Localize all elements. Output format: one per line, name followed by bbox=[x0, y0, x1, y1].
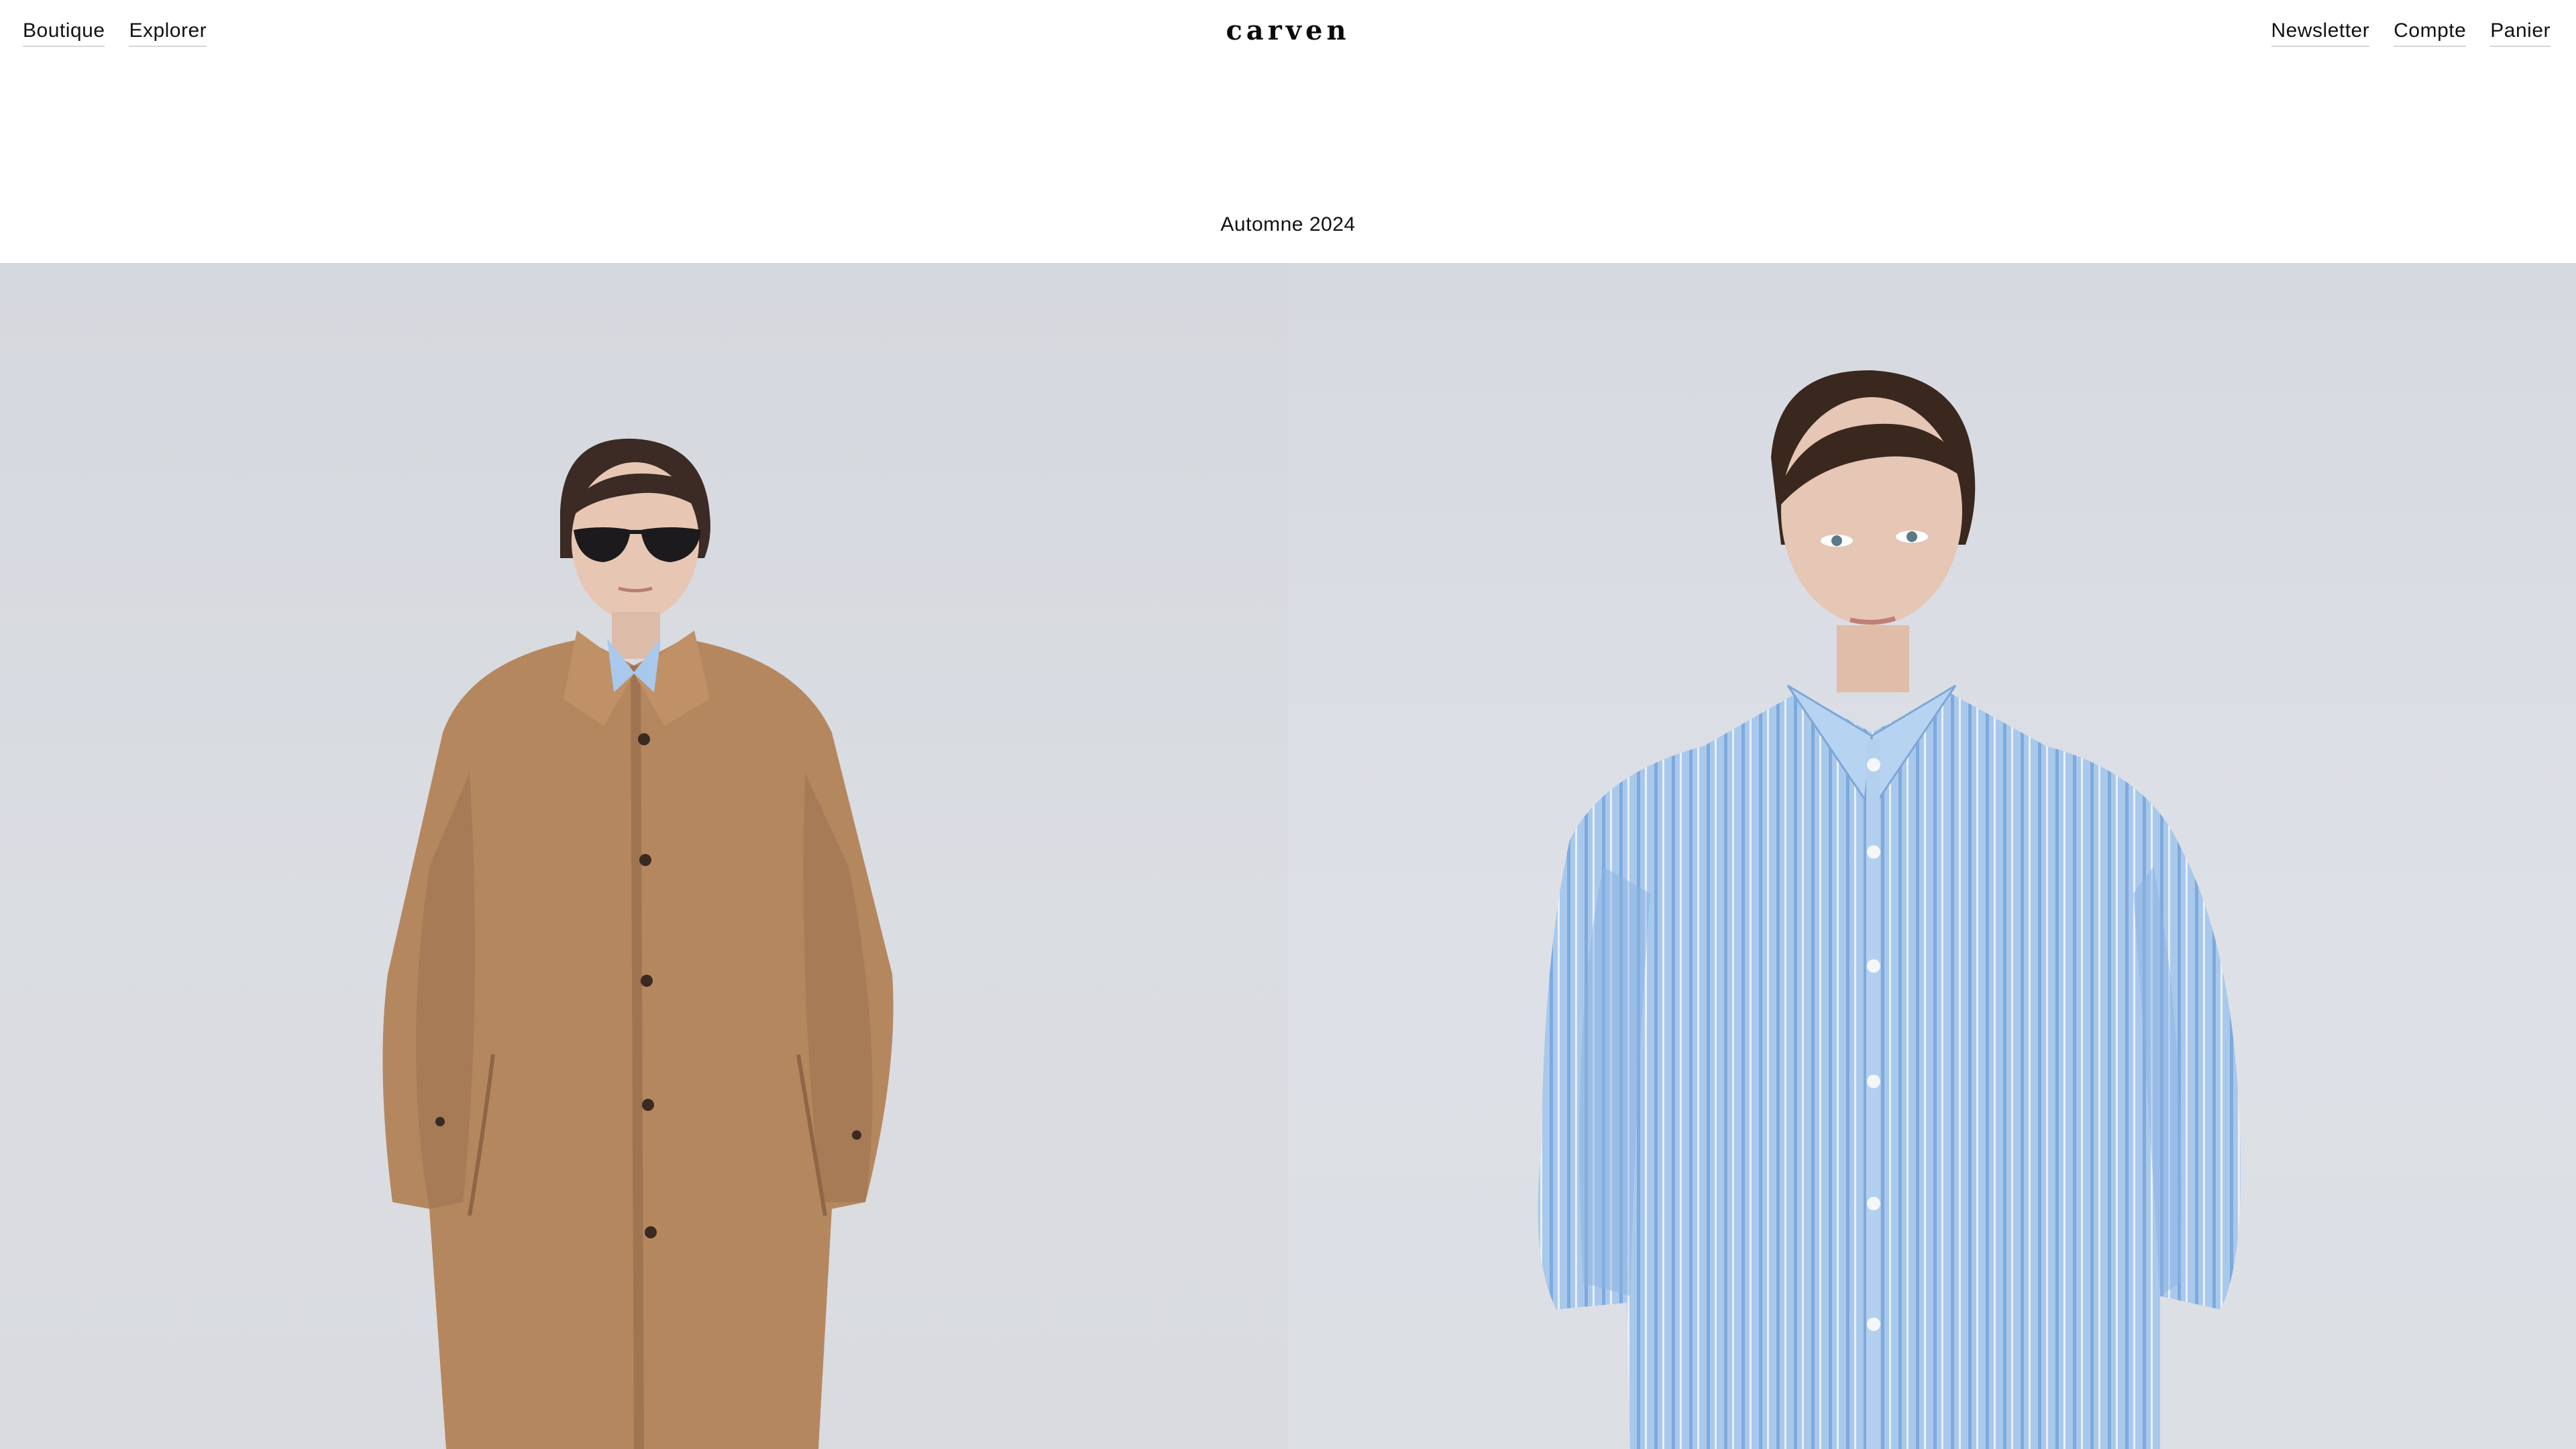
collection-title: Automne 2024 bbox=[1220, 213, 1356, 235]
hero-banner[interactable] bbox=[0, 263, 2576, 1449]
page: Boutique Explorer carven Newsletter Comp… bbox=[0, 0, 2576, 1449]
account-nav: Newsletter Compte Panier bbox=[2271, 17, 2551, 47]
nav-explorer-link[interactable]: Explorer bbox=[129, 17, 207, 47]
hero-image-coat[interactable] bbox=[0, 263, 1288, 1449]
site-header: Boutique Explorer carven Newsletter Comp… bbox=[0, 0, 2576, 67]
hero-image-shirt[interactable] bbox=[1288, 263, 2576, 1449]
nav-boutique-link[interactable]: Boutique bbox=[23, 17, 105, 47]
nav-account-link[interactable]: Compte bbox=[2394, 17, 2467, 47]
model-coat-illustration bbox=[382, 438, 894, 1449]
brand-logo[interactable]: carven bbox=[1221, 15, 1355, 46]
nav-newsletter-link[interactable]: Newsletter bbox=[2271, 17, 2370, 47]
primary-nav: Boutique Explorer bbox=[23, 17, 207, 47]
model-shirt-illustration bbox=[1538, 370, 2241, 1449]
nav-cart-link[interactable]: Panier bbox=[2490, 17, 2551, 47]
